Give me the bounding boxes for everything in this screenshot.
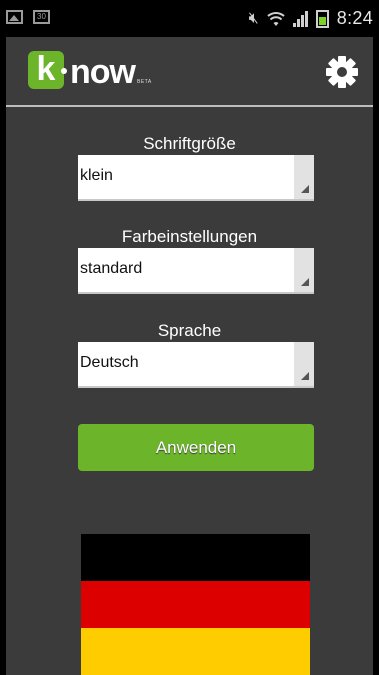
calendar-icon: 30 bbox=[33, 10, 50, 24]
language-select[interactable]: Deutsch bbox=[78, 342, 314, 388]
dropdown-arrow-icon[interactable] bbox=[294, 342, 314, 386]
german-flag bbox=[81, 534, 310, 675]
font-size-label: Schriftgröße bbox=[143, 134, 236, 153]
font-size-value: klein bbox=[80, 167, 113, 184]
color-settings-value: standard bbox=[80, 260, 143, 277]
flag-stripe-black bbox=[81, 534, 310, 581]
font-size-select[interactable]: klein bbox=[78, 155, 314, 201]
flag-stripe-red bbox=[81, 581, 310, 628]
apply-button[interactable]: Anwenden bbox=[78, 424, 314, 471]
color-settings-label: Farbeinstellungen bbox=[121, 227, 258, 246]
app-header: k now BETA bbox=[6, 37, 373, 107]
gear-icon[interactable] bbox=[325, 55, 359, 89]
flag-stripe-gold bbox=[81, 628, 310, 675]
logo-k-letter: k bbox=[36, 50, 56, 88]
status-clock: 8:24 bbox=[336, 8, 373, 28]
language-value: Deutsch bbox=[80, 354, 139, 371]
image-icon bbox=[6, 10, 23, 24]
color-settings-select[interactable]: standard bbox=[78, 248, 314, 294]
signal-icon bbox=[292, 10, 308, 27]
wifi-icon bbox=[267, 11, 285, 26]
app-screen: k now BETA Schriftgröße klein Farbeinste… bbox=[6, 37, 373, 675]
logo-wordmark: now bbox=[70, 53, 136, 91]
battery-icon bbox=[315, 9, 329, 28]
mute-icon: 🔇︎ bbox=[248, 9, 259, 27]
dropdown-arrow-icon[interactable] bbox=[294, 248, 314, 292]
logo-dot bbox=[61, 68, 67, 74]
dropdown-arrow-icon[interactable] bbox=[294, 155, 314, 199]
status-bar: 30 🔇︎ 8:24 bbox=[0, 0, 379, 37]
language-label: Sprache bbox=[157, 321, 222, 340]
logo-beta: BETA bbox=[136, 79, 152, 85]
logo-k-mark: k bbox=[28, 50, 67, 89]
app-logo: k now BETA bbox=[28, 51, 152, 89]
